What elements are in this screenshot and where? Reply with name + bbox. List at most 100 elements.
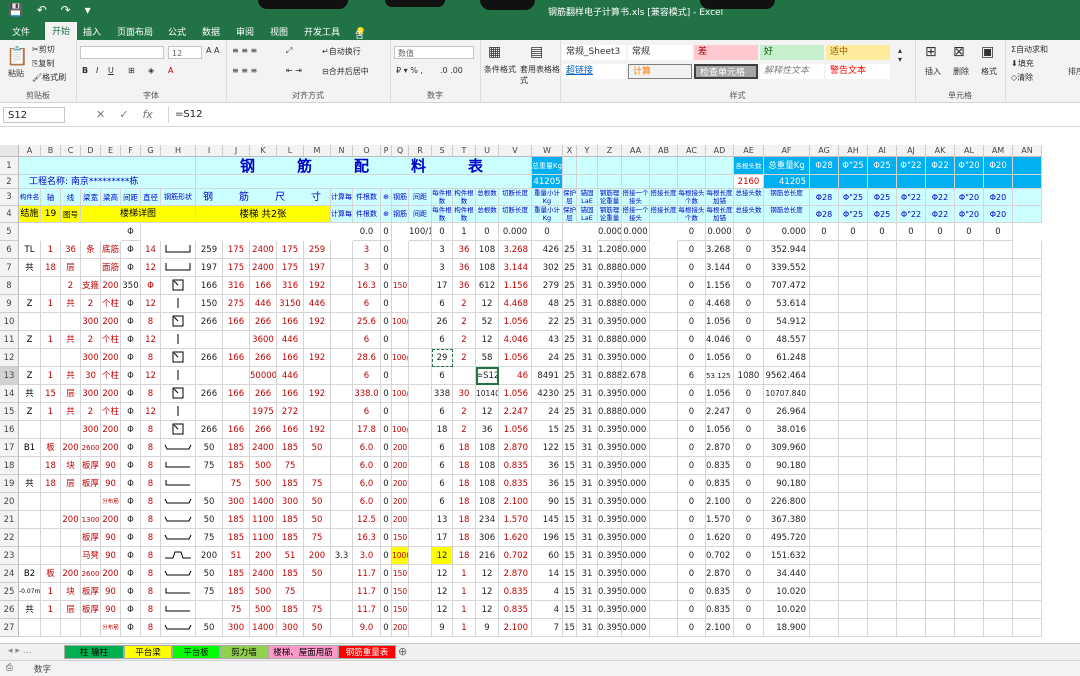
cell[interactable]: 50 bbox=[304, 439, 331, 457]
cell[interactable] bbox=[868, 241, 897, 259]
font-name-select[interactable] bbox=[80, 46, 164, 59]
cell[interactable] bbox=[868, 619, 897, 637]
cell[interactable]: Φ"22 bbox=[897, 189, 926, 206]
cell[interactable] bbox=[392, 241, 409, 259]
cell[interactable] bbox=[331, 349, 353, 367]
cell[interactable]: 25 bbox=[563, 385, 577, 403]
cell[interactable]: Φ25 bbox=[868, 157, 897, 175]
cell[interactable] bbox=[650, 385, 678, 403]
cell[interactable]: 0 bbox=[381, 403, 392, 421]
cell[interactable]: 150 bbox=[392, 277, 409, 295]
cell[interactable]: 300 bbox=[223, 619, 250, 637]
cell[interactable] bbox=[926, 565, 955, 583]
cell[interactable]: 2.870 bbox=[499, 439, 532, 457]
cell[interactable]: 90 bbox=[101, 475, 121, 493]
cell[interactable]: 6 bbox=[353, 295, 381, 313]
cell[interactable]: 31 bbox=[577, 295, 598, 313]
cell[interactable] bbox=[984, 367, 1013, 385]
cell[interactable] bbox=[1013, 547, 1042, 565]
cell[interactable]: 10.020 bbox=[764, 601, 810, 619]
column-header[interactable]: AM bbox=[984, 145, 1013, 157]
cell[interactable]: 12 bbox=[141, 331, 161, 349]
cell[interactable] bbox=[409, 421, 432, 439]
select-all-corner[interactable] bbox=[0, 145, 19, 157]
cell[interactable]: -0.07m bbox=[19, 583, 41, 601]
cell[interactable]: 6 bbox=[678, 367, 706, 385]
cell[interactable]: 8 bbox=[141, 619, 161, 637]
cell[interactable]: 8 bbox=[141, 583, 161, 601]
format-cells-button[interactable]: 格式 bbox=[981, 66, 997, 77]
cell[interactable]: 9562.464 bbox=[764, 367, 810, 385]
cell[interactable]: 8 bbox=[141, 493, 161, 511]
cell[interactable]: 12 bbox=[141, 367, 161, 385]
cell[interactable]: 0 bbox=[678, 547, 706, 565]
cell[interactable]: Φ20 bbox=[984, 206, 1013, 223]
border-icon[interactable]: ⊞ bbox=[128, 66, 135, 75]
cell[interactable] bbox=[331, 421, 353, 439]
column-header[interactable]: AH bbox=[839, 145, 868, 157]
cell[interactable]: 31 bbox=[577, 529, 598, 547]
cell[interactable] bbox=[926, 457, 955, 475]
cell[interactable]: 0.395 bbox=[598, 619, 622, 637]
cell[interactable]: 200 bbox=[101, 349, 121, 367]
column-header[interactable]: AK bbox=[926, 145, 955, 157]
cell[interactable]: 166 bbox=[277, 421, 304, 439]
cell[interactable]: 185 bbox=[223, 565, 250, 583]
enter-icon[interactable]: ✓ bbox=[119, 108, 128, 121]
cell[interactable] bbox=[41, 619, 61, 637]
cell[interactable] bbox=[839, 493, 868, 511]
cell[interactable]: 梁高 bbox=[101, 189, 121, 206]
cell[interactable]: 0.000 bbox=[622, 583, 650, 601]
column-header[interactable]: AD bbox=[706, 145, 734, 157]
cell[interactable] bbox=[409, 295, 432, 313]
row-header[interactable]: 19 bbox=[0, 475, 19, 493]
cell[interactable]: Φ22 bbox=[926, 206, 955, 223]
column-header[interactable]: Q bbox=[392, 145, 409, 157]
cell[interactable]: 1100 bbox=[250, 511, 277, 529]
cell[interactable]: 搭接一个接头 bbox=[622, 206, 650, 223]
cell[interactable] bbox=[331, 241, 353, 259]
cell[interactable]: 0 bbox=[381, 511, 392, 529]
cell[interactable] bbox=[331, 367, 353, 385]
cell[interactable]: 2 bbox=[453, 421, 476, 439]
cell[interactable] bbox=[926, 583, 955, 601]
cell[interactable] bbox=[984, 421, 1013, 439]
cell[interactable] bbox=[650, 421, 678, 439]
cell[interactable]: 0.000 bbox=[622, 511, 650, 529]
cell[interactable]: 共 bbox=[61, 295, 81, 313]
cell[interactable]: 每件根数 bbox=[432, 189, 453, 206]
cell[interactable]: 12 bbox=[141, 403, 161, 421]
cell[interactable]: 166 bbox=[277, 349, 304, 367]
row-header[interactable]: 25 bbox=[0, 583, 19, 601]
cell[interactable]: 1 bbox=[453, 619, 476, 637]
cell[interactable]: 90.180 bbox=[764, 475, 810, 493]
cell[interactable]: 2 bbox=[81, 295, 101, 313]
cell[interactable] bbox=[984, 583, 1013, 601]
cell[interactable] bbox=[810, 367, 839, 385]
cell[interactable] bbox=[810, 475, 839, 493]
cell[interactable]: 31 bbox=[577, 421, 598, 439]
cell[interactable]: 185 bbox=[223, 457, 250, 475]
cell[interactable]: 总接头数 bbox=[734, 189, 764, 206]
cell[interactable]: 14 bbox=[141, 241, 161, 259]
cell[interactable]: 2400 bbox=[250, 439, 277, 457]
cell[interactable]: 2600 bbox=[81, 439, 101, 457]
cell[interactable]: 0 bbox=[678, 349, 706, 367]
cell[interactable]: 266 bbox=[196, 421, 223, 439]
cell[interactable]: Φ28 bbox=[810, 157, 839, 175]
cell[interactable] bbox=[810, 493, 839, 511]
cell[interactable] bbox=[839, 385, 868, 403]
cell[interactable]: 175 bbox=[223, 241, 250, 259]
cell[interactable]: 9.0 bbox=[353, 619, 381, 637]
cell[interactable]: 41205 bbox=[532, 175, 563, 189]
cell[interactable]: 31 bbox=[577, 367, 598, 385]
cell[interactable]: 0.0 bbox=[353, 223, 381, 241]
cell[interactable] bbox=[926, 241, 955, 259]
cell[interactable] bbox=[897, 331, 926, 349]
cell[interactable]: 2400 bbox=[250, 241, 277, 259]
cell[interactable]: 0.000 bbox=[622, 475, 650, 493]
table-format-icon[interactable]: ▤ bbox=[530, 44, 543, 60]
cell[interactable]: 层 bbox=[61, 385, 81, 403]
cell[interactable] bbox=[984, 403, 1013, 421]
cell[interactable] bbox=[897, 277, 926, 295]
